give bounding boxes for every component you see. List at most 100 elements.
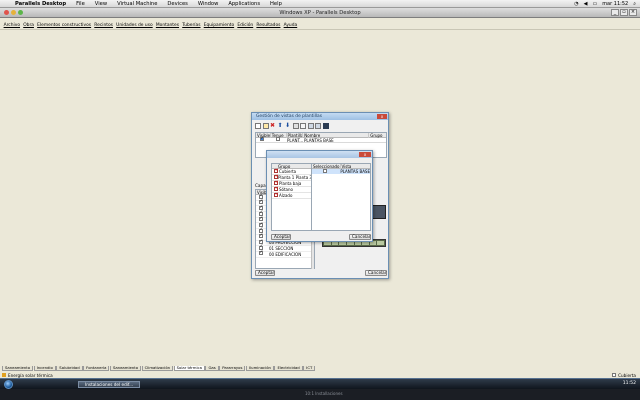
main-accept-button[interactable]: Aceptar [255,270,275,276]
group-list: Grupo CubiertaPlanta 1 Planta 3Planta ba… [271,163,312,231]
app-menu-edicion[interactable]: Edición [236,23,255,28]
group-checkbox[interactable] [274,180,279,185]
group-rows: CubiertaPlanta 1 Planta 3Planta bajaSóta… [272,168,312,199]
dock-label: 10:1 Installaciones [305,391,343,396]
group-name: Cubierta [279,169,297,174]
menubar-clock[interactable]: mar 11:52 [602,1,628,7]
app-menu-archivo[interactable]: Archivo [2,23,22,28]
app-menu-resultados[interactable]: Resultados [255,23,282,28]
mac-menubar: Parallels Desktop File View Virtual Mach… [0,0,640,8]
tab-electricidad[interactable]: Electricidad [274,366,303,371]
layer-name: 00 EDIFICACION [269,251,302,257]
layers-icon[interactable] [292,123,299,129]
menu-devices[interactable]: Devices [162,1,192,7]
row-tenue-checkbox[interactable] [276,137,280,142]
app-menu-unidades[interactable]: Unidades de uso [115,23,155,28]
dialog-title: Gestión de vistas de plantillas [256,114,323,119]
tab-iluminacion[interactable]: Iluminación [245,366,274,371]
tab-salubridad[interactable]: Salubridad [56,366,83,371]
dialog-close-button[interactable]: x [377,114,387,119]
app-menu-recintos[interactable]: Recintos [93,23,115,28]
table-icon[interactable] [315,123,321,129]
new-icon[interactable] [255,123,261,129]
start-button-icon[interactable] [4,380,13,389]
subdialog-title-bar: x [267,151,372,158]
group-checkbox[interactable] [274,186,279,191]
tab-climatizacion[interactable]: Climatización [141,366,174,371]
view-list: Seleccionado Vista PLANTAS BASE [311,163,371,231]
menu-help[interactable]: Help [265,1,287,7]
layer-name: 01 SECCION [269,246,294,252]
group-name: Sótano [279,187,293,192]
menu-app-name[interactable]: Parallels Desktop [10,1,71,7]
menu-file[interactable]: File [71,1,90,7]
vm-close-button[interactable]: × [629,9,637,16]
vm-minimize-button[interactable]: _ [611,9,619,16]
delete-icon[interactable]: ✖ [270,123,276,129]
group-name: Alzado [279,193,293,198]
battery-icon[interactable]: ▭ [592,1,597,7]
main-cancel-button[interactable]: Cancelar [365,270,387,276]
wifi-icon[interactable]: ◔ [574,1,578,7]
edit-icon[interactable] [262,123,269,129]
app-menu-tuberias[interactable]: Tuberías [181,23,202,28]
status-right-text: Cubierta [618,372,636,378]
group-checkbox[interactable] [274,174,279,179]
tab-fontaneria[interactable]: Fontanería [83,366,110,371]
group-view-dialog: x Grupo CubiertaPlanta 1 Planta 3Planta … [266,150,373,242]
app-menu-ayuda[interactable]: Ayuda [282,23,299,28]
vm-restore-button[interactable]: ▫ [620,9,628,16]
sub-accept-button[interactable]: Aceptar [271,234,291,240]
tab-saneamiento[interactable]: Saneamiento [2,366,34,371]
group-row[interactable]: Alzado [272,192,311,199]
app-menu-obra[interactable]: Obra [22,23,36,28]
sub-cancel-button[interactable]: Cancelar [349,234,371,240]
vm-title-bar: Windows XP - Parallels Desktop _ ▫ × [0,8,640,18]
view-selected-checkbox[interactable] [323,168,327,173]
view-name: PLANTAS BASE [340,169,370,174]
move-down-icon[interactable]: ⬇ [285,123,291,129]
row-nombre: PLANTAS BASE [304,137,334,143]
menu-virtual-machine[interactable]: Virtual Machine [112,1,162,7]
row-visible-checkbox[interactable] [260,136,264,142]
tab-ict[interactable]: ICT [303,366,316,371]
status-checkbox[interactable] [612,373,617,377]
status-text: Energía solar térmica [8,372,53,378]
app-menu-equipamiento[interactable]: Equipamiento [202,23,236,28]
group-checkbox[interactable] [274,168,279,173]
group-checkbox[interactable] [274,192,279,197]
save-icon[interactable] [322,123,329,129]
spotlight-icon[interactable]: ⌕ [633,1,636,7]
row-plantilla: PLANT... [287,137,304,143]
move-up-icon[interactable]: ⬆ [278,123,284,129]
volume-icon[interactable]: ◀ [584,1,588,7]
menu-window[interactable]: Window [193,1,223,7]
tab-pararrayos[interactable]: Pararrayos [219,366,246,371]
app-menu-elementos[interactable]: Elementos constructivos [36,23,93,28]
tab-incendio[interactable]: Incendio [33,366,56,371]
subdialog-close-button[interactable]: x [359,152,371,157]
taskbar-clock[interactable]: 11:52 [623,381,636,386]
group-name: Planta baja [279,181,302,186]
table-row[interactable]: PLANT... PLANTAS BASE [256,136,386,143]
menu-view[interactable]: View [90,1,112,7]
tab-saneamiento-2[interactable]: Saneamiento [109,366,142,371]
app-menu-montantes[interactable]: Montantes [154,23,180,28]
windows-taskbar: Instalaciones del edif... 11:52 [0,378,640,389]
view-header[interactable]: Vista [341,164,370,169]
dialog-toolbar: ✖ ⬆ ⬇ [255,123,329,130]
tab-gas[interactable]: Gas [205,366,219,371]
view-row[interactable]: PLANTAS BASE [312,168,370,174]
selected-header[interactable]: Seleccionado [312,163,341,169]
grid-icon[interactable] [307,123,314,129]
menu-applications[interactable]: Applications [223,1,265,7]
taskbar-item[interactable]: Instalaciones del edif... [78,381,140,388]
layer-visible-checkbox[interactable] [259,250,263,256]
installation-tabs: Saneamiento Incendio Salubridad Fontaner… [2,366,316,371]
layer-row[interactable]: 00 EDIFICACION [256,250,314,258]
col-grupo[interactable]: Grupo [369,133,386,138]
status-icon [2,373,6,377]
vm-window-title: Windows XP - Parallels Desktop [279,10,361,16]
tab-solar-termica[interactable]: Solar térmica [173,366,205,371]
copy-icon[interactable] [300,123,306,129]
